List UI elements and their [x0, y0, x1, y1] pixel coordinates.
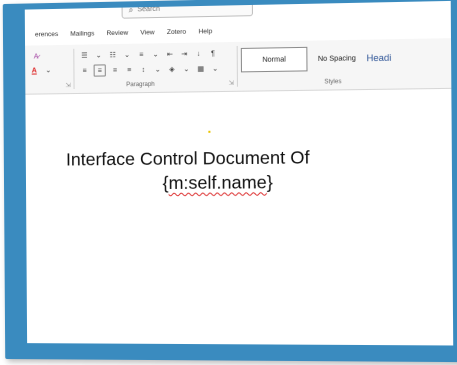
- bullets-dropdown-icon[interactable]: ⌄: [93, 50, 103, 60]
- numbering-dropdown-icon[interactable]: ⌄: [122, 50, 132, 60]
- line-spacing-dropdown-icon[interactable]: ⌄: [153, 64, 163, 74]
- align-right-icon[interactable]: ≡: [110, 65, 120, 75]
- search-placeholder: Search: [137, 6, 160, 14]
- search-box[interactable]: ⌕ Search: [122, 1, 253, 19]
- style-no-spacing[interactable]: No Spacing: [318, 55, 356, 63]
- tab-zotero[interactable]: Zotero: [167, 29, 186, 42]
- field-close-brace: }: [267, 172, 273, 192]
- line-spacing-icon[interactable]: ↕: [138, 65, 148, 75]
- styles-group-label: Styles: [324, 79, 341, 85]
- font-dialog-launcher-icon[interactable]: ⇲: [65, 82, 70, 89]
- tab-help[interactable]: Help: [198, 28, 212, 40]
- photo-frame: ⌕ Search erences Mailings Review View Zo…: [3, 0, 457, 362]
- borders-dropdown-icon[interactable]: ⌄: [210, 64, 220, 74]
- shading-icon[interactable]: ◈: [167, 64, 177, 74]
- clear-formatting-icon[interactable]: A̷: [31, 51, 41, 61]
- multilevel-list-icon[interactable]: ≡: [136, 50, 146, 60]
- multilevel-dropdown-icon[interactable]: ⌄: [150, 49, 160, 59]
- paragraph-dialog-launcher-icon[interactable]: ⇲: [229, 80, 234, 87]
- decrease-indent-icon[interactable]: ⇤: [165, 49, 175, 59]
- shading-dropdown-icon[interactable]: ⌄: [181, 64, 191, 74]
- font-color-dropdown-icon[interactable]: ⌄: [43, 65, 53, 75]
- align-left-icon[interactable]: ≡: [79, 66, 89, 76]
- text-cursor: [208, 131, 210, 133]
- tab-review[interactable]: Review: [106, 30, 128, 42]
- field-name: m:self.name: [168, 172, 266, 193]
- align-center-icon[interactable]: ≡: [94, 64, 106, 76]
- borders-icon[interactable]: ▦: [196, 64, 206, 74]
- sort-icon[interactable]: ↓: [193, 49, 203, 59]
- numbering-icon[interactable]: ☷: [108, 50, 118, 60]
- group-divider: [237, 46, 238, 87]
- tab-references[interactable]: erences: [35, 31, 58, 43]
- styles-gallery: Normal No Spacing Headi: [241, 43, 417, 75]
- style-normal[interactable]: Normal: [241, 47, 308, 73]
- ribbon: A̷ A ⌄ ⇲ ☰ ⌄ ☷ ⌄ ≡ ⌄ ⇤ ⇥ ↓ ¶ ≡ ≡ ≡ ≡ ↕ ⌄…: [25, 38, 451, 95]
- word-window: ⌕ Search erences Mailings Review View Zo…: [25, 1, 453, 346]
- search-icon: ⌕: [129, 5, 134, 15]
- tab-view[interactable]: View: [140, 29, 154, 41]
- group-divider: [73, 49, 74, 89]
- bullets-icon[interactable]: ☰: [79, 51, 89, 61]
- tab-mailings[interactable]: Mailings: [70, 30, 94, 43]
- document-title[interactable]: Interface Control Document Of: [66, 146, 453, 171]
- paragraph-group-label: Paragraph: [126, 82, 155, 88]
- increase-indent-icon[interactable]: ⇥: [179, 49, 189, 59]
- document-field-code[interactable]: {m:self.name}: [162, 172, 272, 194]
- pilcrow-icon[interactable]: ¶: [208, 48, 218, 58]
- justify-icon[interactable]: ≡: [124, 65, 134, 75]
- ribbon-tabs: erences Mailings Review View Zotero Help: [25, 28, 212, 44]
- font-color-icon[interactable]: A: [29, 65, 39, 75]
- style-heading[interactable]: Headi: [366, 53, 391, 64]
